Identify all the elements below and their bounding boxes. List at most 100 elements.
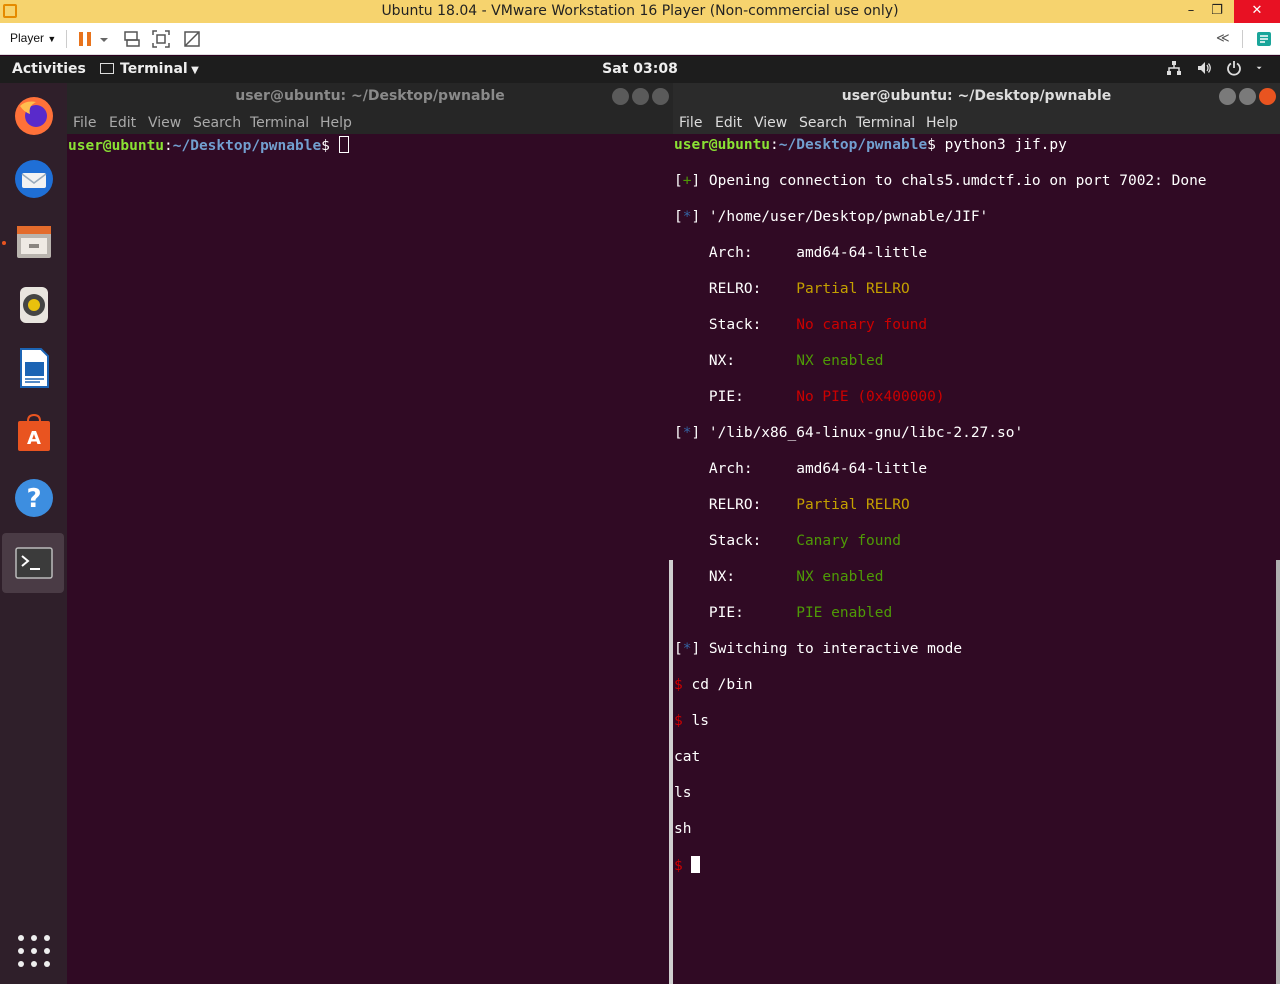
prompt-separator: : <box>770 137 779 153</box>
pause-icon[interactable] <box>76 29 96 49</box>
field-value: Partial RELRO <box>796 497 910 513</box>
chevron-down-icon[interactable] <box>98 29 110 49</box>
dock-item-software[interactable]: A <box>2 403 64 463</box>
dock-item-firefox[interactable] <box>2 86 64 146</box>
minimize-window-button[interactable] <box>1219 88 1236 105</box>
vmware-window-title: Ubuntu 18.04 - VMware Workstation 16 Pla… <box>381 3 899 19</box>
terminal-line: Arch: amd64-64-little <box>674 460 1280 478</box>
terminal-output[interactable]: user@ubuntu:~/Desktop/pwnable$ python3 j… <box>673 134 1280 984</box>
field-value: No PIE (0x400000) <box>796 389 945 405</box>
shell-prompt: $ <box>674 677 692 693</box>
fit-guest-icon[interactable] <box>151 29 171 49</box>
files-icon <box>17 226 51 258</box>
scrollbar[interactable] <box>1276 560 1280 984</box>
field-value: Partial RELRO <box>796 281 910 297</box>
menu-view[interactable]: View <box>754 115 787 131</box>
terminal-line: ls <box>674 784 1280 802</box>
collapse-toolbar-icon[interactable]: ≪ <box>1216 31 1230 46</box>
output-text: '/home/user/Desktop/pwnable/JIF' <box>700 209 989 225</box>
menu-edit[interactable]: Edit <box>109 115 136 131</box>
field-label: RELRO: <box>674 281 797 297</box>
close-window-button[interactable] <box>1259 88 1276 105</box>
terminal-window-left[interactable]: user@ubuntu: ~/Desktop/pwnable File Edit… <box>67 83 673 984</box>
terminal-line: NX: NX enabled <box>674 352 1280 370</box>
prompt-path: ~/Desktop/pwnable <box>778 137 928 153</box>
menu-terminal[interactable]: Terminal <box>250 115 309 131</box>
terminal-line: RELRO: Partial RELRO <box>674 280 1280 298</box>
toolbar-divider <box>66 30 67 48</box>
shell-prompt: $ <box>674 713 692 729</box>
unity-mode-icon[interactable] <box>182 29 202 49</box>
status-tag: * <box>682 641 692 657</box>
minimize-button[interactable]: – <box>1178 0 1204 23</box>
terminal-line: PIE: No PIE (0x400000) <box>674 388 1280 406</box>
menu-search[interactable]: Search <box>193 115 241 131</box>
vmware-title-bar: Ubuntu 18.04 - VMware Workstation 16 Pla… <box>0 0 1280 23</box>
show-applications-button[interactable] <box>2 921 64 981</box>
dock-item-terminal[interactable] <box>2 533 64 593</box>
dock-item-writer[interactable] <box>2 338 64 398</box>
svg-text:?: ? <box>26 484 41 514</box>
field-value: amd64-64-little <box>796 245 928 261</box>
command-text: cd /bin <box>691 677 753 693</box>
send-keys-icon[interactable] <box>122 29 142 49</box>
close-window-button[interactable] <box>652 88 669 105</box>
maximize-window-button[interactable] <box>1239 88 1256 105</box>
command-text: python3 jif.py <box>944 137 1067 153</box>
svg-text:A: A <box>27 428 41 449</box>
network-icon[interactable] <box>1166 60 1182 76</box>
restore-button[interactable]: ❐ <box>1204 0 1230 23</box>
menu-edit[interactable]: Edit <box>715 115 742 131</box>
menu-terminal[interactable]: Terminal <box>856 115 915 131</box>
prompt-user: user@ubuntu <box>68 138 165 154</box>
menu-help[interactable]: Help <box>926 115 958 131</box>
dock-item-files[interactable] <box>2 212 64 272</box>
vmware-toolbar: Player ▼ ≪ <box>0 23 1280 55</box>
menu-file[interactable]: File <box>679 115 702 131</box>
player-menu-button[interactable]: Player ▼ <box>10 31 56 45</box>
power-icon[interactable] <box>1226 60 1242 76</box>
terminal-line: Arch: amd64-64-little <box>674 244 1280 262</box>
window-title: user@ubuntu: ~/Desktop/pwnable <box>841 88 1112 104</box>
firefox-icon <box>15 97 53 135</box>
prompt-end: $ <box>321 138 339 154</box>
minimize-window-button[interactable] <box>612 88 629 105</box>
terminal-line: Stack: No canary found <box>674 316 1280 334</box>
terminal-line: $ cd /bin <box>674 676 1280 694</box>
terminal-line: $ ls <box>674 712 1280 730</box>
system-tray[interactable] <box>1166 60 1266 76</box>
window-header[interactable]: user@ubuntu: ~/Desktop/pwnable <box>67 83 673 111</box>
volume-icon[interactable] <box>1196 60 1212 76</box>
field-value: PIE enabled <box>796 605 893 621</box>
window-header[interactable]: user@ubuntu: ~/Desktop/pwnable <box>673 83 1280 111</box>
terminal-window-right[interactable]: user@ubuntu: ~/Desktop/pwnable File Edit… <box>673 83 1280 984</box>
terminal-icon <box>15 547 53 579</box>
dock-item-rhythmbox[interactable] <box>2 275 64 335</box>
library-icon[interactable] <box>1254 29 1274 49</box>
chevron-down-icon: ▼ <box>47 34 57 44</box>
command-text: ls <box>691 713 709 729</box>
window-divider <box>669 560 673 984</box>
dock-item-thunderbird[interactable] <box>2 149 64 209</box>
close-button[interactable]: ✕ <box>1234 0 1280 23</box>
clock[interactable]: Sat 03:08 <box>0 61 1280 77</box>
menu-search[interactable]: Search <box>799 115 847 131</box>
app-grid-icon <box>18 935 50 967</box>
field-label: Arch: <box>674 461 797 477</box>
output-text: cat <box>674 749 701 765</box>
maximize-window-button[interactable] <box>632 88 649 105</box>
terminal-output[interactable]: user@ubuntu:~/Desktop/pwnable$ <box>67 134 673 984</box>
menu-file[interactable]: File <box>73 115 96 131</box>
status-tag: * <box>682 425 692 441</box>
chevron-down-icon[interactable] <box>1256 60 1266 76</box>
dock-item-help[interactable]: ? <box>2 468 64 528</box>
terminal-line: RELRO: Partial RELRO <box>674 496 1280 514</box>
terminal-line: [*] '/lib/x86_64-linux-gnu/libc-2.27.so' <box>674 425 1024 441</box>
field-label: NX: <box>674 569 797 585</box>
prompt-separator: : <box>164 138 173 154</box>
menu-view[interactable]: View <box>148 115 181 131</box>
field-value: NX enabled <box>796 569 884 585</box>
output-text: sh <box>674 821 692 837</box>
field-label: Arch: <box>674 245 797 261</box>
menu-help[interactable]: Help <box>320 115 352 131</box>
